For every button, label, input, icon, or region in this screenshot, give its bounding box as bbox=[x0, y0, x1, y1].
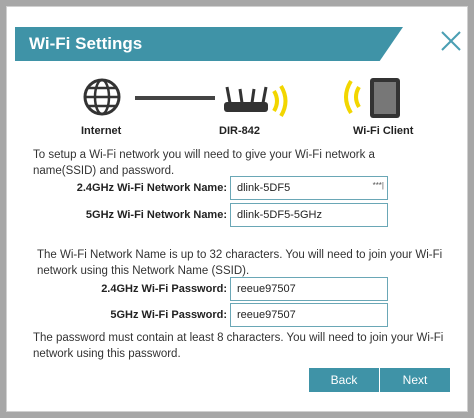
ssid-24-label: 2.4GHz Wi-Fi Network Name: bbox=[76, 182, 227, 194]
ssid-5-label: 5GHz Wi-Fi Network Name: bbox=[85, 209, 227, 221]
ssid-24-input[interactable] bbox=[230, 176, 388, 200]
pw-24-input[interactable] bbox=[230, 277, 388, 301]
router-icon bbox=[220, 83, 292, 124]
wifi-settings-dialog: Wi-Fi Settings Internet DIR-842 Wi-Fi Cl… bbox=[6, 6, 468, 412]
dialog-title-bar: Wi-Fi Settings bbox=[15, 27, 403, 61]
password-note: The password must contain at least 8 cha… bbox=[33, 332, 444, 360]
close-icon[interactable] bbox=[436, 26, 466, 56]
input-autofill-icon: ***| bbox=[372, 181, 384, 190]
intro-text: To setup a Wi-Fi network you will need t… bbox=[33, 149, 375, 177]
connection-line bbox=[135, 96, 215, 100]
globe-icon bbox=[82, 77, 122, 122]
pw-24-label: 2.4GHz Wi-Fi Password: bbox=[101, 283, 227, 295]
internet-label: Internet bbox=[81, 125, 122, 137]
ssid-5-input[interactable] bbox=[230, 203, 388, 227]
back-button[interactable]: Back bbox=[309, 368, 379, 392]
ssid-note: The Wi-Fi Network Name is up to 32 chara… bbox=[37, 249, 443, 277]
ssid-24-input-wrapper: ***| bbox=[230, 176, 388, 200]
pw-5-label: 5GHz Wi-Fi Password: bbox=[110, 309, 227, 321]
router-label: DIR-842 bbox=[219, 125, 260, 137]
next-button[interactable]: Next bbox=[380, 368, 450, 392]
wifi-client-icon bbox=[337, 77, 407, 126]
pw-5-input[interactable] bbox=[230, 303, 388, 327]
dialog-title: Wi-Fi Settings bbox=[29, 34, 143, 53]
client-label: Wi-Fi Client bbox=[353, 125, 414, 137]
